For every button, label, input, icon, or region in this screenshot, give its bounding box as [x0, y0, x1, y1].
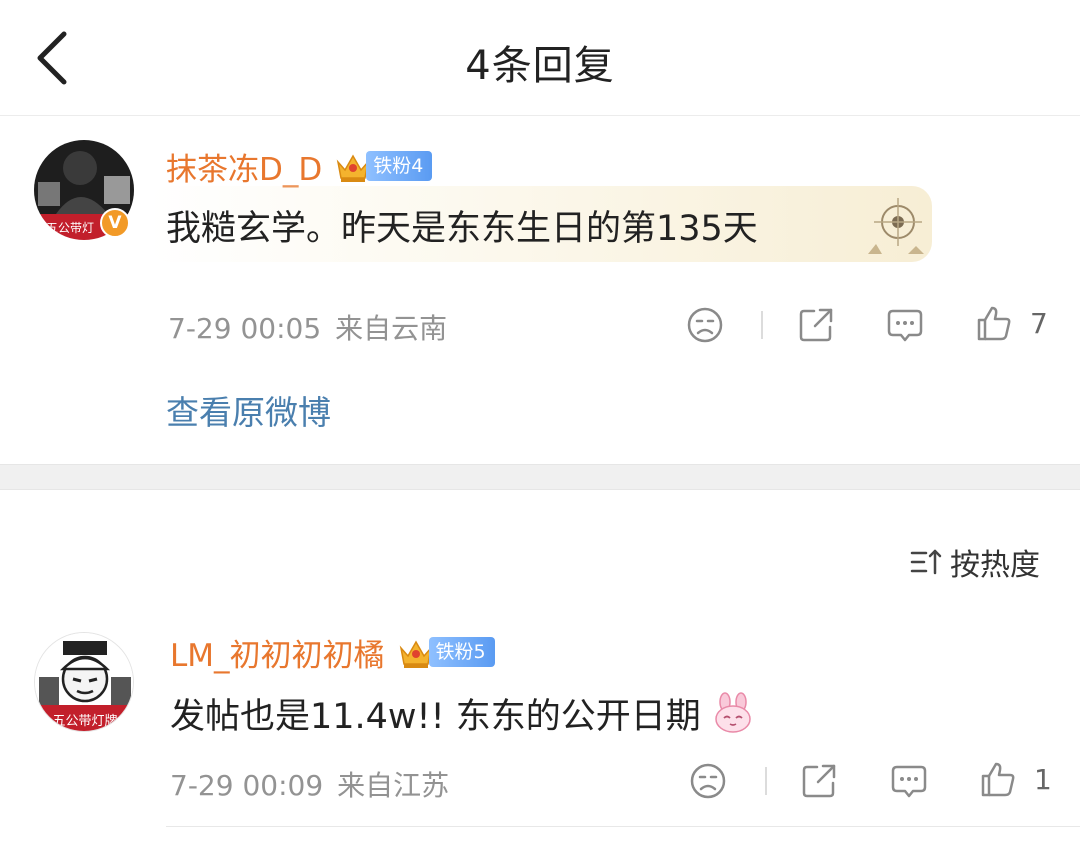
comment-source: 来自江苏	[337, 769, 450, 802]
thumbs-up-icon[interactable]	[978, 759, 1018, 799]
sad-face-icon[interactable]	[685, 305, 725, 345]
username[interactable]: 抹茶冻D_D	[166, 144, 322, 189]
sad-face-icon[interactable]	[688, 761, 728, 801]
action-divider	[765, 767, 767, 795]
view-original-link[interactable]: 查看原微博	[166, 386, 331, 434]
fan-badge[interactable]: 铁粉4	[366, 151, 433, 181]
fan-badge[interactable]: 铁粉5	[428, 637, 495, 667]
page-title: 4条回复	[465, 43, 615, 89]
list-divider	[166, 826, 1080, 827]
username[interactable]: LM_初初初初橘	[170, 630, 385, 675]
comment-source: 来自云南	[335, 312, 448, 345]
avatar[interactable]: 五公带灯牌	[34, 632, 134, 732]
sort-icon	[910, 549, 942, 575]
comment-time: 7-29 00:05	[168, 312, 322, 345]
action-divider	[761, 311, 763, 339]
share-icon[interactable]	[796, 305, 836, 345]
comment-text: 发帖也是11.4w!! 东东的公开日期	[170, 697, 701, 737]
sort-by-hot-button[interactable]: 按热度	[910, 540, 1040, 584]
thumbs-up-icon[interactable]	[974, 303, 1014, 343]
bunny-emoji-icon	[715, 692, 751, 733]
comment-icon[interactable]	[889, 761, 929, 801]
comment-meta: 7-29 00:09 来自江苏	[170, 764, 449, 804]
comment-meta: 7-29 00:05 来自云南	[168, 307, 447, 347]
avatar-badge-text: 五公带灯牌	[52, 713, 117, 729]
verified-icon: V	[100, 208, 130, 238]
comment-text-row: 发帖也是11.4w!! 东东的公开日期	[170, 688, 754, 739]
like-count: 1	[1034, 763, 1052, 796]
like-count: 7	[1030, 307, 1048, 340]
sort-label: 按热度	[950, 548, 1040, 583]
comment-icon[interactable]	[885, 305, 925, 345]
share-icon[interactable]	[799, 761, 839, 801]
comment-time: 7-29 00:09	[170, 769, 324, 802]
avatar-badge-text: 五公带灯	[46, 221, 94, 235]
comment-text: 我糙玄学。昨天是东东生日的第135天	[166, 209, 758, 249]
section-separator	[0, 464, 1080, 490]
top-bar: 4条回复	[0, 0, 1080, 116]
